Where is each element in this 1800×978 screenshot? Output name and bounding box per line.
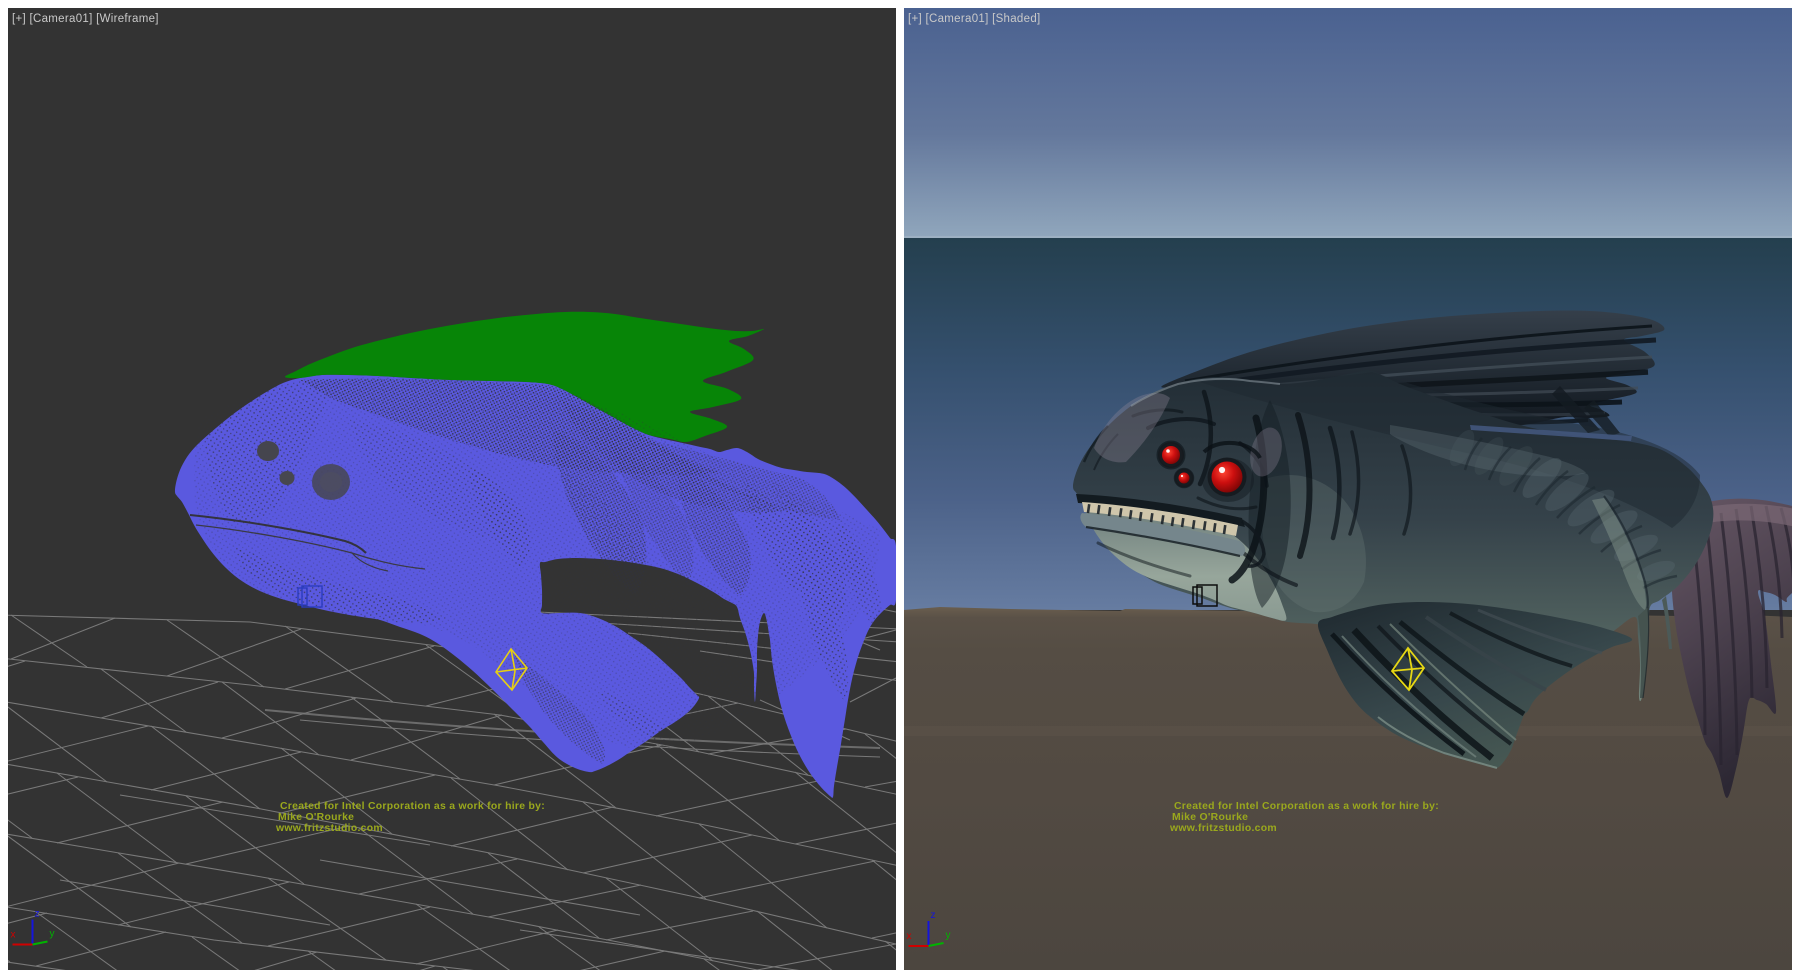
svg-text:www.fritzstudio.com: www.fritzstudio.com <box>275 823 383 834</box>
svg-text:x: x <box>907 931 912 942</box>
svg-text:y: y <box>946 930 951 941</box>
svg-text:Created for Intel Corporation: Created for Intel Corporation as a work … <box>280 801 545 812</box>
svg-text:z: z <box>35 909 40 920</box>
svg-text:www.fritzstudio.com: www.fritzstudio.com <box>1169 823 1277 834</box>
svg-text:Mike O'Rourke: Mike O'Rourke <box>278 812 354 823</box>
svg-text:z: z <box>931 910 936 921</box>
svg-text:y: y <box>50 929 55 940</box>
svg-text:Mike O'Rourke: Mike O'Rourke <box>1172 812 1248 823</box>
svg-text:Created for Intel Corporation: Created for Intel Corporation as a work … <box>1174 801 1439 812</box>
svg-text:x: x <box>11 930 16 941</box>
